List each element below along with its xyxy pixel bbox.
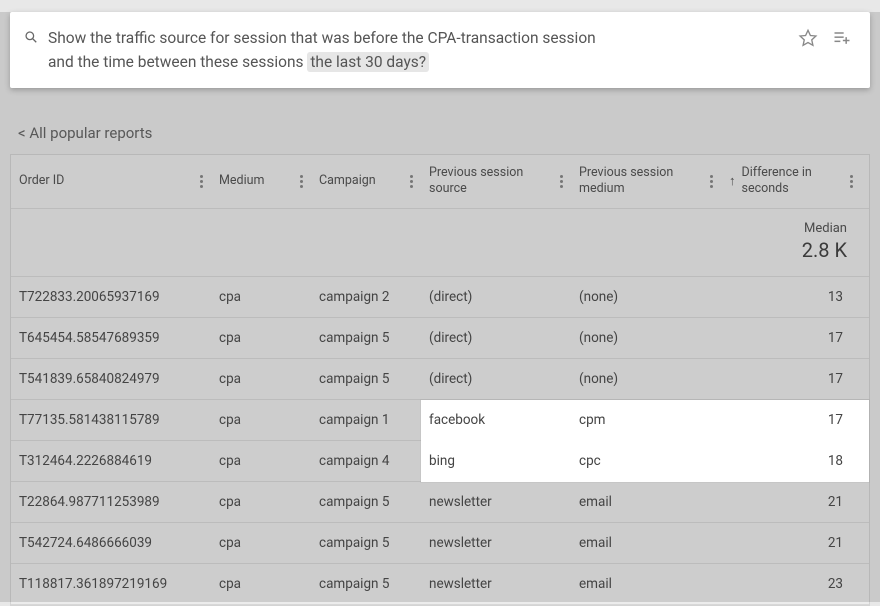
cell-psource: newsletter [421, 482, 571, 522]
cell-diff: 17 [721, 359, 861, 399]
cell-pmedium: email [571, 523, 721, 563]
search-icon [24, 30, 38, 44]
add-to-list-icon[interactable] [832, 28, 852, 48]
cell-pmedium: cpc [571, 441, 721, 481]
content-area: < All popular reports Order ID Medium Ca… [0, 88, 880, 606]
col-menu-icon[interactable] [709, 175, 713, 188]
cell-psource: (direct) [421, 318, 571, 358]
cell-diff: 21 [721, 523, 861, 563]
cell-campaign: campaign 2 [311, 277, 421, 317]
cell-order: T541839.65840824979 [11, 359, 211, 399]
cell-psource: bing [421, 441, 571, 481]
search-query[interactable]: Show the traffic source for session that… [48, 26, 788, 74]
cell-medium: cpa [211, 523, 311, 563]
cell-campaign: campaign 5 [311, 564, 421, 604]
table-header-row: Order ID Medium Campaign Previous sessio… [11, 155, 869, 209]
col-order-id[interactable]: Order ID [11, 155, 211, 208]
cell-order: T118817.361897219169 [11, 564, 211, 604]
search-bar[interactable]: Show the traffic source for session that… [10, 12, 870, 88]
sort-asc-icon: ↑ [729, 173, 736, 189]
cell-psource: (direct) [421, 277, 571, 317]
cell-medium: cpa [211, 359, 311, 399]
cell-campaign: campaign 5 [311, 359, 421, 399]
cell-medium: cpa [211, 482, 311, 522]
search-actions [798, 28, 852, 48]
col-menu-icon[interactable] [199, 175, 203, 188]
cell-pmedium: (none) [571, 277, 721, 317]
col-campaign[interactable]: Campaign [311, 155, 421, 208]
cell-campaign: campaign 5 [311, 523, 421, 563]
cell-medium: cpa [211, 441, 311, 481]
report-table: Order ID Medium Campaign Previous sessio… [10, 154, 870, 606]
breadcrumb[interactable]: < All popular reports [10, 118, 870, 154]
col-prev-medium[interactable]: Previous session medium [571, 155, 721, 208]
summary-value: 2.8 K [802, 238, 847, 262]
table-row[interactable]: T645454.58547689359cpacampaign 5(direct)… [11, 318, 869, 359]
cell-diff: 18 [721, 441, 861, 481]
cell-psource: facebook [421, 400, 571, 440]
query-line1: Show the traffic source for session that… [48, 29, 596, 47]
table-row[interactable]: T722833.20065937169cpacampaign 2(direct)… [11, 277, 869, 318]
cell-psource: (direct) [421, 359, 571, 399]
cell-medium: cpa [211, 277, 311, 317]
cell-diff: 23 [721, 564, 861, 604]
star-icon[interactable] [798, 28, 818, 48]
cell-diff: 17 [721, 400, 861, 440]
summary-label: Median [729, 221, 847, 236]
col-prev-source[interactable]: Previous session source [421, 155, 571, 208]
table-row[interactable]: T312464.2226884619cpacampaign 4bingcpc18 [11, 441, 869, 482]
cell-pmedium: cpm [571, 400, 721, 440]
table-row[interactable]: T541839.65840824979cpacampaign 5(direct)… [11, 359, 869, 400]
cell-order: T542724.6486666039 [11, 523, 211, 563]
table-row[interactable]: T77135.581438115789cpacampaign 1facebook… [11, 400, 869, 441]
summary-row: Median 2.8 K [11, 209, 869, 277]
cell-order: T312464.2226884619 [11, 441, 211, 481]
cell-diff: 13 [721, 277, 861, 317]
col-menu-icon[interactable] [850, 175, 853, 188]
cell-campaign: campaign 1 [311, 400, 421, 440]
cell-pmedium: (none) [571, 318, 721, 358]
table-row[interactable]: T118817.361897219169cpacampaign 5newslet… [11, 564, 869, 605]
summary-cell: Median 2.8 K [721, 209, 861, 276]
table-body: T722833.20065937169cpacampaign 2(direct)… [11, 277, 869, 605]
query-line2-prefix: and the time between these sessions [48, 53, 307, 71]
col-medium[interactable]: Medium [211, 155, 311, 208]
cell-psource: newsletter [421, 523, 571, 563]
col-menu-icon[interactable] [559, 175, 563, 188]
cell-medium: cpa [211, 318, 311, 358]
cell-pmedium: email [571, 482, 721, 522]
table-row[interactable]: T542724.6486666039cpacampaign 5newslette… [11, 523, 869, 564]
cell-diff: 21 [721, 482, 861, 522]
cell-psource: newsletter [421, 564, 571, 604]
table-row[interactable]: T22864.987711253989cpacampaign 5newslett… [11, 482, 869, 523]
col-diff-seconds[interactable]: ↑ Difference in seconds [721, 155, 861, 208]
cell-order: T77135.581438115789 [11, 400, 211, 440]
col-menu-icon[interactable] [299, 175, 303, 188]
query-range-pill[interactable]: the last 30 days? [307, 52, 429, 72]
cell-order: T645454.58547689359 [11, 318, 211, 358]
cell-medium: cpa [211, 564, 311, 604]
cell-pmedium: email [571, 564, 721, 604]
cell-campaign: campaign 5 [311, 482, 421, 522]
col-menu-icon[interactable] [409, 175, 413, 188]
cell-order: T22864.987711253989 [11, 482, 211, 522]
cell-campaign: campaign 5 [311, 318, 421, 358]
cell-pmedium: (none) [571, 359, 721, 399]
cell-diff: 17 [721, 318, 861, 358]
cell-campaign: campaign 4 [311, 441, 421, 481]
cell-medium: cpa [211, 400, 311, 440]
cell-order: T722833.20065937169 [11, 277, 211, 317]
